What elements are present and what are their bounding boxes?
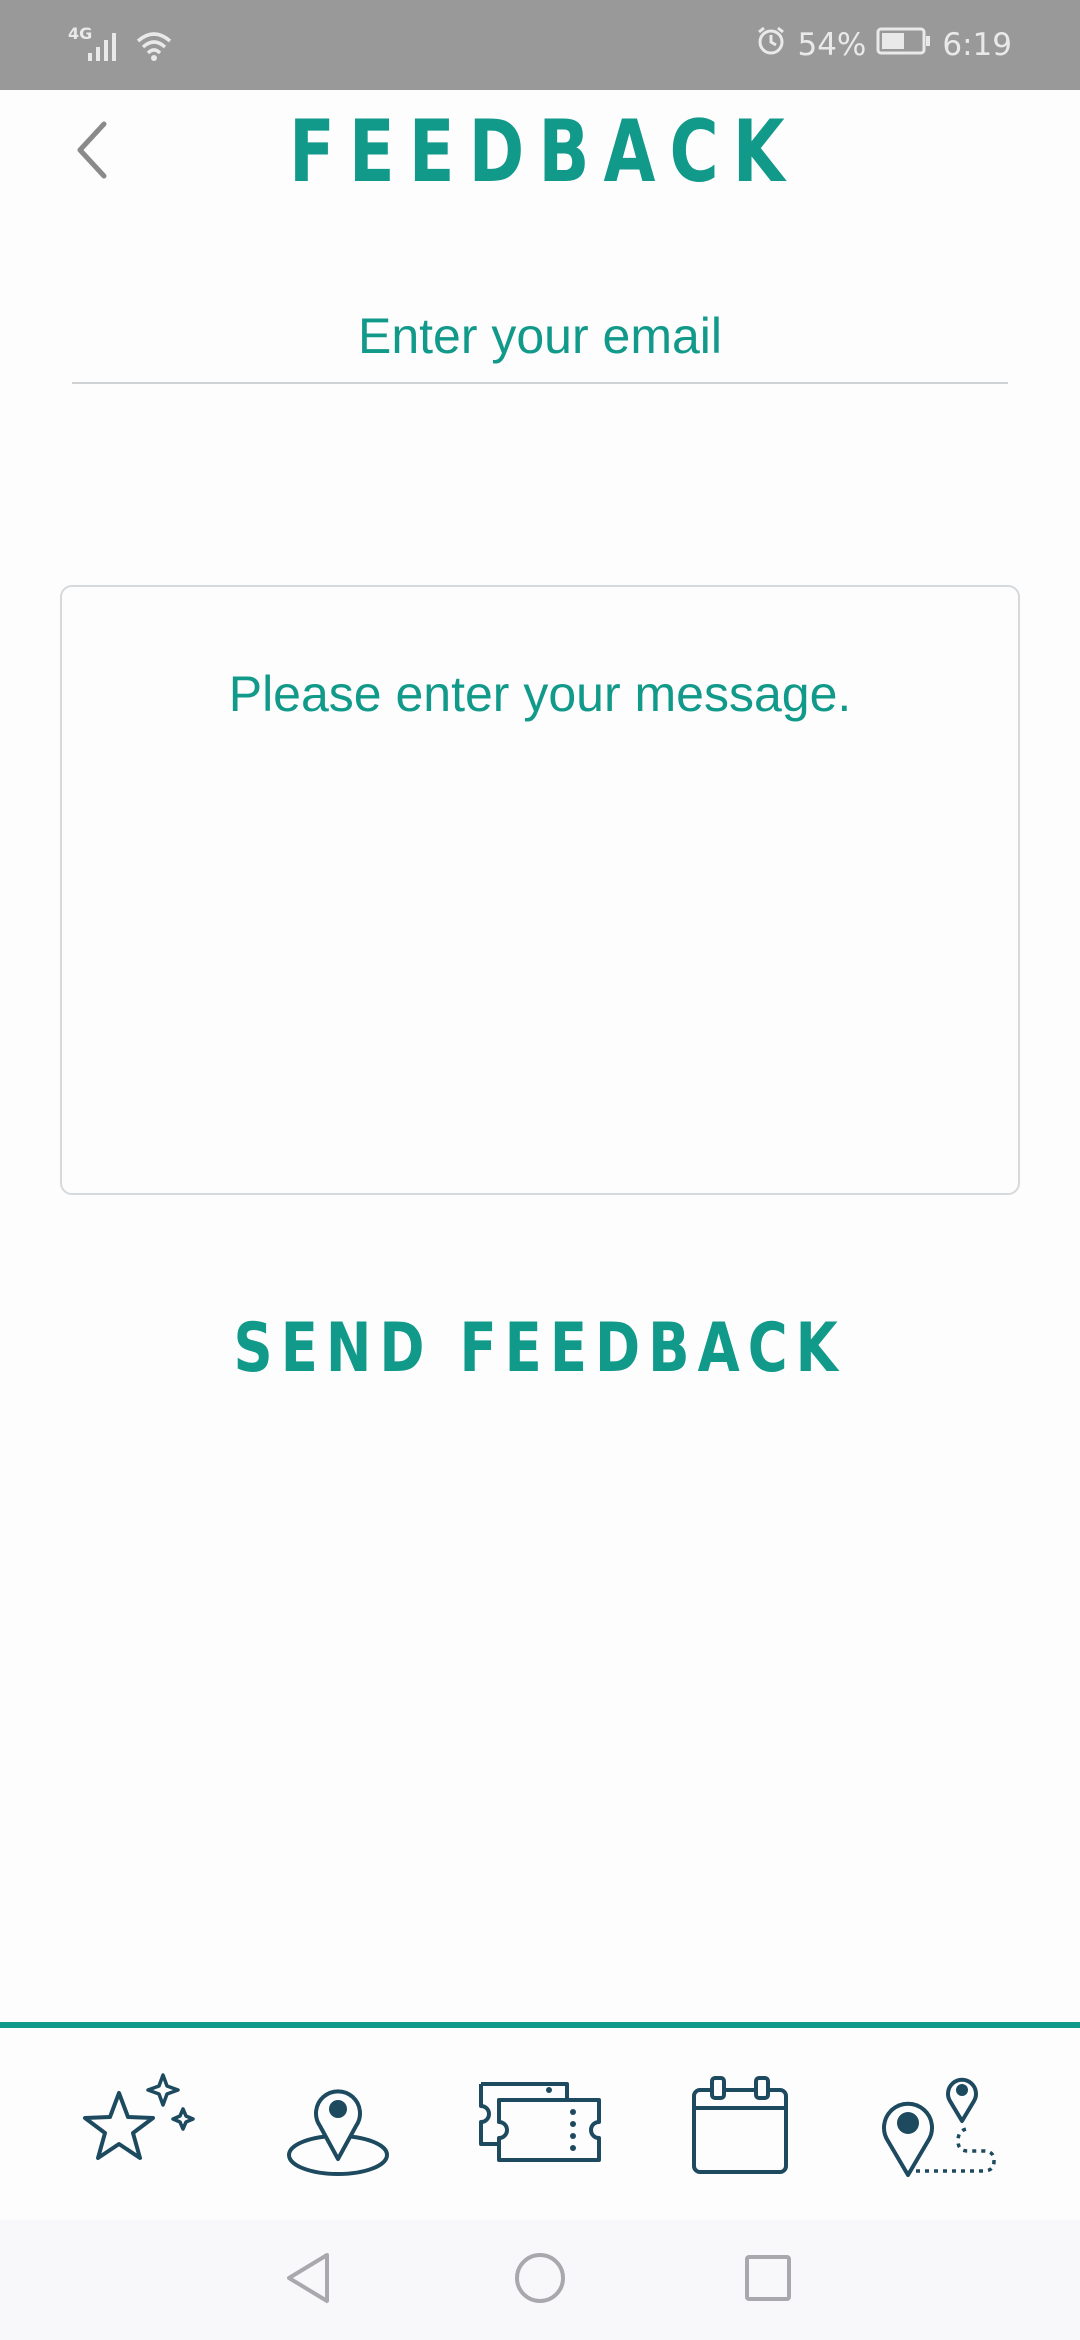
email-input[interactable] — [72, 306, 1008, 366]
status-bar: 4G 54% 6:19 — [0, 0, 1080, 90]
map-pin-icon — [283, 2071, 393, 2186]
email-field — [72, 290, 1008, 384]
message-box — [60, 585, 1020, 1195]
route-icon — [876, 2071, 1000, 2186]
battery-icon — [876, 26, 932, 64]
nav-item-highlights[interactable] — [66, 2068, 206, 2188]
chevron-left-icon — [72, 118, 112, 187]
recents-square-icon — [743, 2253, 793, 2308]
back-triangle-icon — [283, 2251, 333, 2310]
send-feedback-button[interactable]: SEND FEEDBACK — [0, 1300, 1080, 1396]
message-input[interactable] — [62, 587, 1018, 1193]
nav-item-tickets[interactable] — [470, 2068, 610, 2188]
send-feedback-label: SEND FEEDBACK — [233, 1308, 847, 1388]
page-title: FEEDBACK — [289, 102, 799, 202]
calendar-icon — [690, 2074, 790, 2183]
tickets-icon — [475, 2076, 605, 2181]
nav-item-calendar[interactable] — [670, 2068, 810, 2188]
system-back-button[interactable] — [276, 2248, 340, 2312]
system-recents-button[interactable] — [736, 2248, 800, 2312]
back-button[interactable] — [62, 112, 122, 192]
nav-item-map[interactable] — [268, 2068, 408, 2188]
network-type-label: 4G — [68, 24, 93, 43]
system-nav — [0, 2220, 1080, 2340]
wifi-icon — [134, 27, 174, 68]
home-circle-icon — [512, 2250, 568, 2311]
nav-item-route[interactable] — [868, 2068, 1008, 2188]
status-right: 54% 6:19 — [755, 22, 1012, 68]
system-home-button[interactable] — [508, 2248, 572, 2312]
status-left: 4G — [68, 22, 174, 68]
alarm-icon — [755, 25, 787, 65]
bottom-nav — [0, 2022, 1080, 2220]
clock-time: 6:19 — [942, 27, 1012, 63]
battery-percent: 54% — [797, 27, 867, 63]
stars-icon — [71, 2071, 201, 2186]
